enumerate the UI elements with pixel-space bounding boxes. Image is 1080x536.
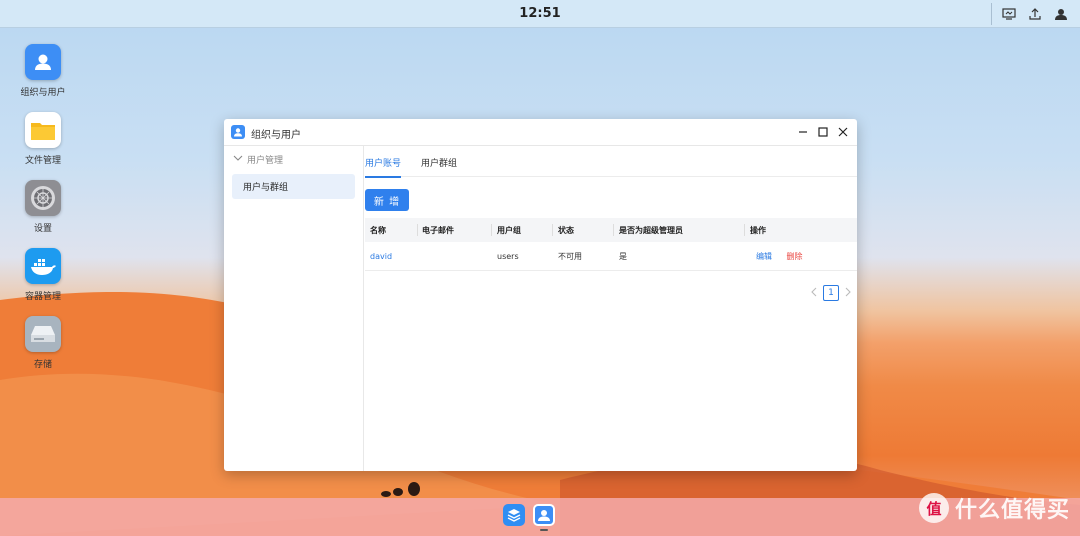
desktop-icon-label: 组织与用户 <box>20 88 66 98</box>
watermark-logo: 值 <box>918 493 949 523</box>
org-users-window: 组织与用户 用户管理 用户与群组 用户账号 用户群组 新 增 名称 电子邮件 用… <box>224 119 857 471</box>
folder-icon <box>25 112 61 148</box>
desktop-icon-label: 存储 <box>33 360 52 370</box>
user-is-admin: 是 <box>619 251 627 261</box>
desktop-icon-storage[interactable]: 存储 <box>18 316 68 370</box>
screen-icon[interactable] <box>998 3 1020 25</box>
user-group: users <box>497 251 519 261</box>
column-divider <box>613 224 614 236</box>
users-table: 名称 电子邮件 用户组 状态 是否为超级管理员 操作 david users 不… <box>365 218 857 271</box>
column-divider <box>417 224 418 236</box>
column-divider <box>491 224 492 236</box>
desktop-icon-label: 容器管理 <box>24 292 61 302</box>
maximize-button[interactable] <box>815 123 831 141</box>
edit-link[interactable]: 编辑 <box>756 252 772 261</box>
desktop-icon-file-manager[interactable]: 文件管理 <box>18 112 68 166</box>
table-row: david users 不可用 是 编辑 删除 <box>365 242 857 271</box>
desktop-icon-label: 设置 <box>33 224 52 234</box>
top-bar: 12:51 <box>0 0 1080 28</box>
window-titlebar[interactable]: 组织与用户 <box>224 119 857 146</box>
column-header-name: 名称 <box>370 225 386 235</box>
delete-link[interactable]: 删除 <box>787 252 803 261</box>
drive-icon <box>25 316 61 352</box>
table-header: 名称 电子邮件 用户组 状态 是否为超级管理员 操作 <box>365 218 857 242</box>
minimize-button[interactable] <box>795 123 811 141</box>
close-button[interactable] <box>835 123 851 141</box>
add-button[interactable]: 新 增 <box>365 189 409 211</box>
sidebar-item-label: 用户与群组 <box>243 183 289 193</box>
desktop-icon-label: 文件管理 <box>24 156 61 166</box>
desktop-icon-org-users[interactable]: 组织与用户 <box>18 44 68 98</box>
column-header-admin: 是否为超级管理员 <box>619 225 683 235</box>
user-icon <box>231 125 245 139</box>
chevron-left-icon[interactable] <box>811 287 817 300</box>
column-header-actions: 操作 <box>750 225 766 235</box>
desktop-icon-container-manager[interactable]: 容器管理 <box>18 248 68 302</box>
sidebar-item-users-groups[interactable]: 用户与群组 <box>232 174 355 199</box>
tab-user-accounts[interactable]: 用户账号 <box>365 146 402 178</box>
sidebar-group-label: 用户管理 <box>247 156 284 166</box>
tab-user-groups[interactable]: 用户群组 <box>421 146 457 177</box>
user-icon[interactable] <box>533 504 555 526</box>
upload-icon[interactable] <box>1024 3 1046 25</box>
desktop-icon-settings[interactable]: 设置 <box>18 180 68 234</box>
active-indicator <box>540 529 548 531</box>
user-status: 不可用 <box>558 251 582 261</box>
tab-bar: 用户账号 用户群组 <box>365 146 857 178</box>
docker-icon <box>25 248 61 284</box>
chevron-down-icon <box>233 154 243 165</box>
watermark: 值 什么值得买 <box>918 492 1070 524</box>
row-actions: 编辑 删除 <box>756 251 803 262</box>
apps-icon[interactable] <box>503 504 525 526</box>
pagination: 1 <box>811 285 851 301</box>
main-content: 用户账号 用户群组 新 增 名称 电子邮件 用户组 状态 是否为超级管理员 操作… <box>365 146 857 471</box>
user-name-link[interactable]: david <box>370 252 392 261</box>
chevron-right-icon[interactable] <box>845 287 851 300</box>
window-title: 组织与用户 <box>251 130 301 141</box>
column-header-group: 用户组 <box>497 225 521 235</box>
system-tray <box>991 3 1072 25</box>
user-icon <box>25 44 61 80</box>
watermark-text: 什么值得买 <box>954 498 1070 523</box>
column-header-status: 状态 <box>558 225 574 235</box>
settings-icon <box>25 180 61 216</box>
column-divider <box>552 224 553 236</box>
sidebar-group-user-management[interactable]: 用户管理 <box>224 146 363 173</box>
clock: 12:51 <box>519 6 561 21</box>
sidebar: 用户管理 用户与群组 <box>224 146 364 471</box>
page-number[interactable]: 1 <box>823 285 839 301</box>
user-icon[interactable] <box>1050 3 1072 25</box>
column-header-email: 电子邮件 <box>422 225 454 235</box>
column-divider <box>744 224 745 236</box>
